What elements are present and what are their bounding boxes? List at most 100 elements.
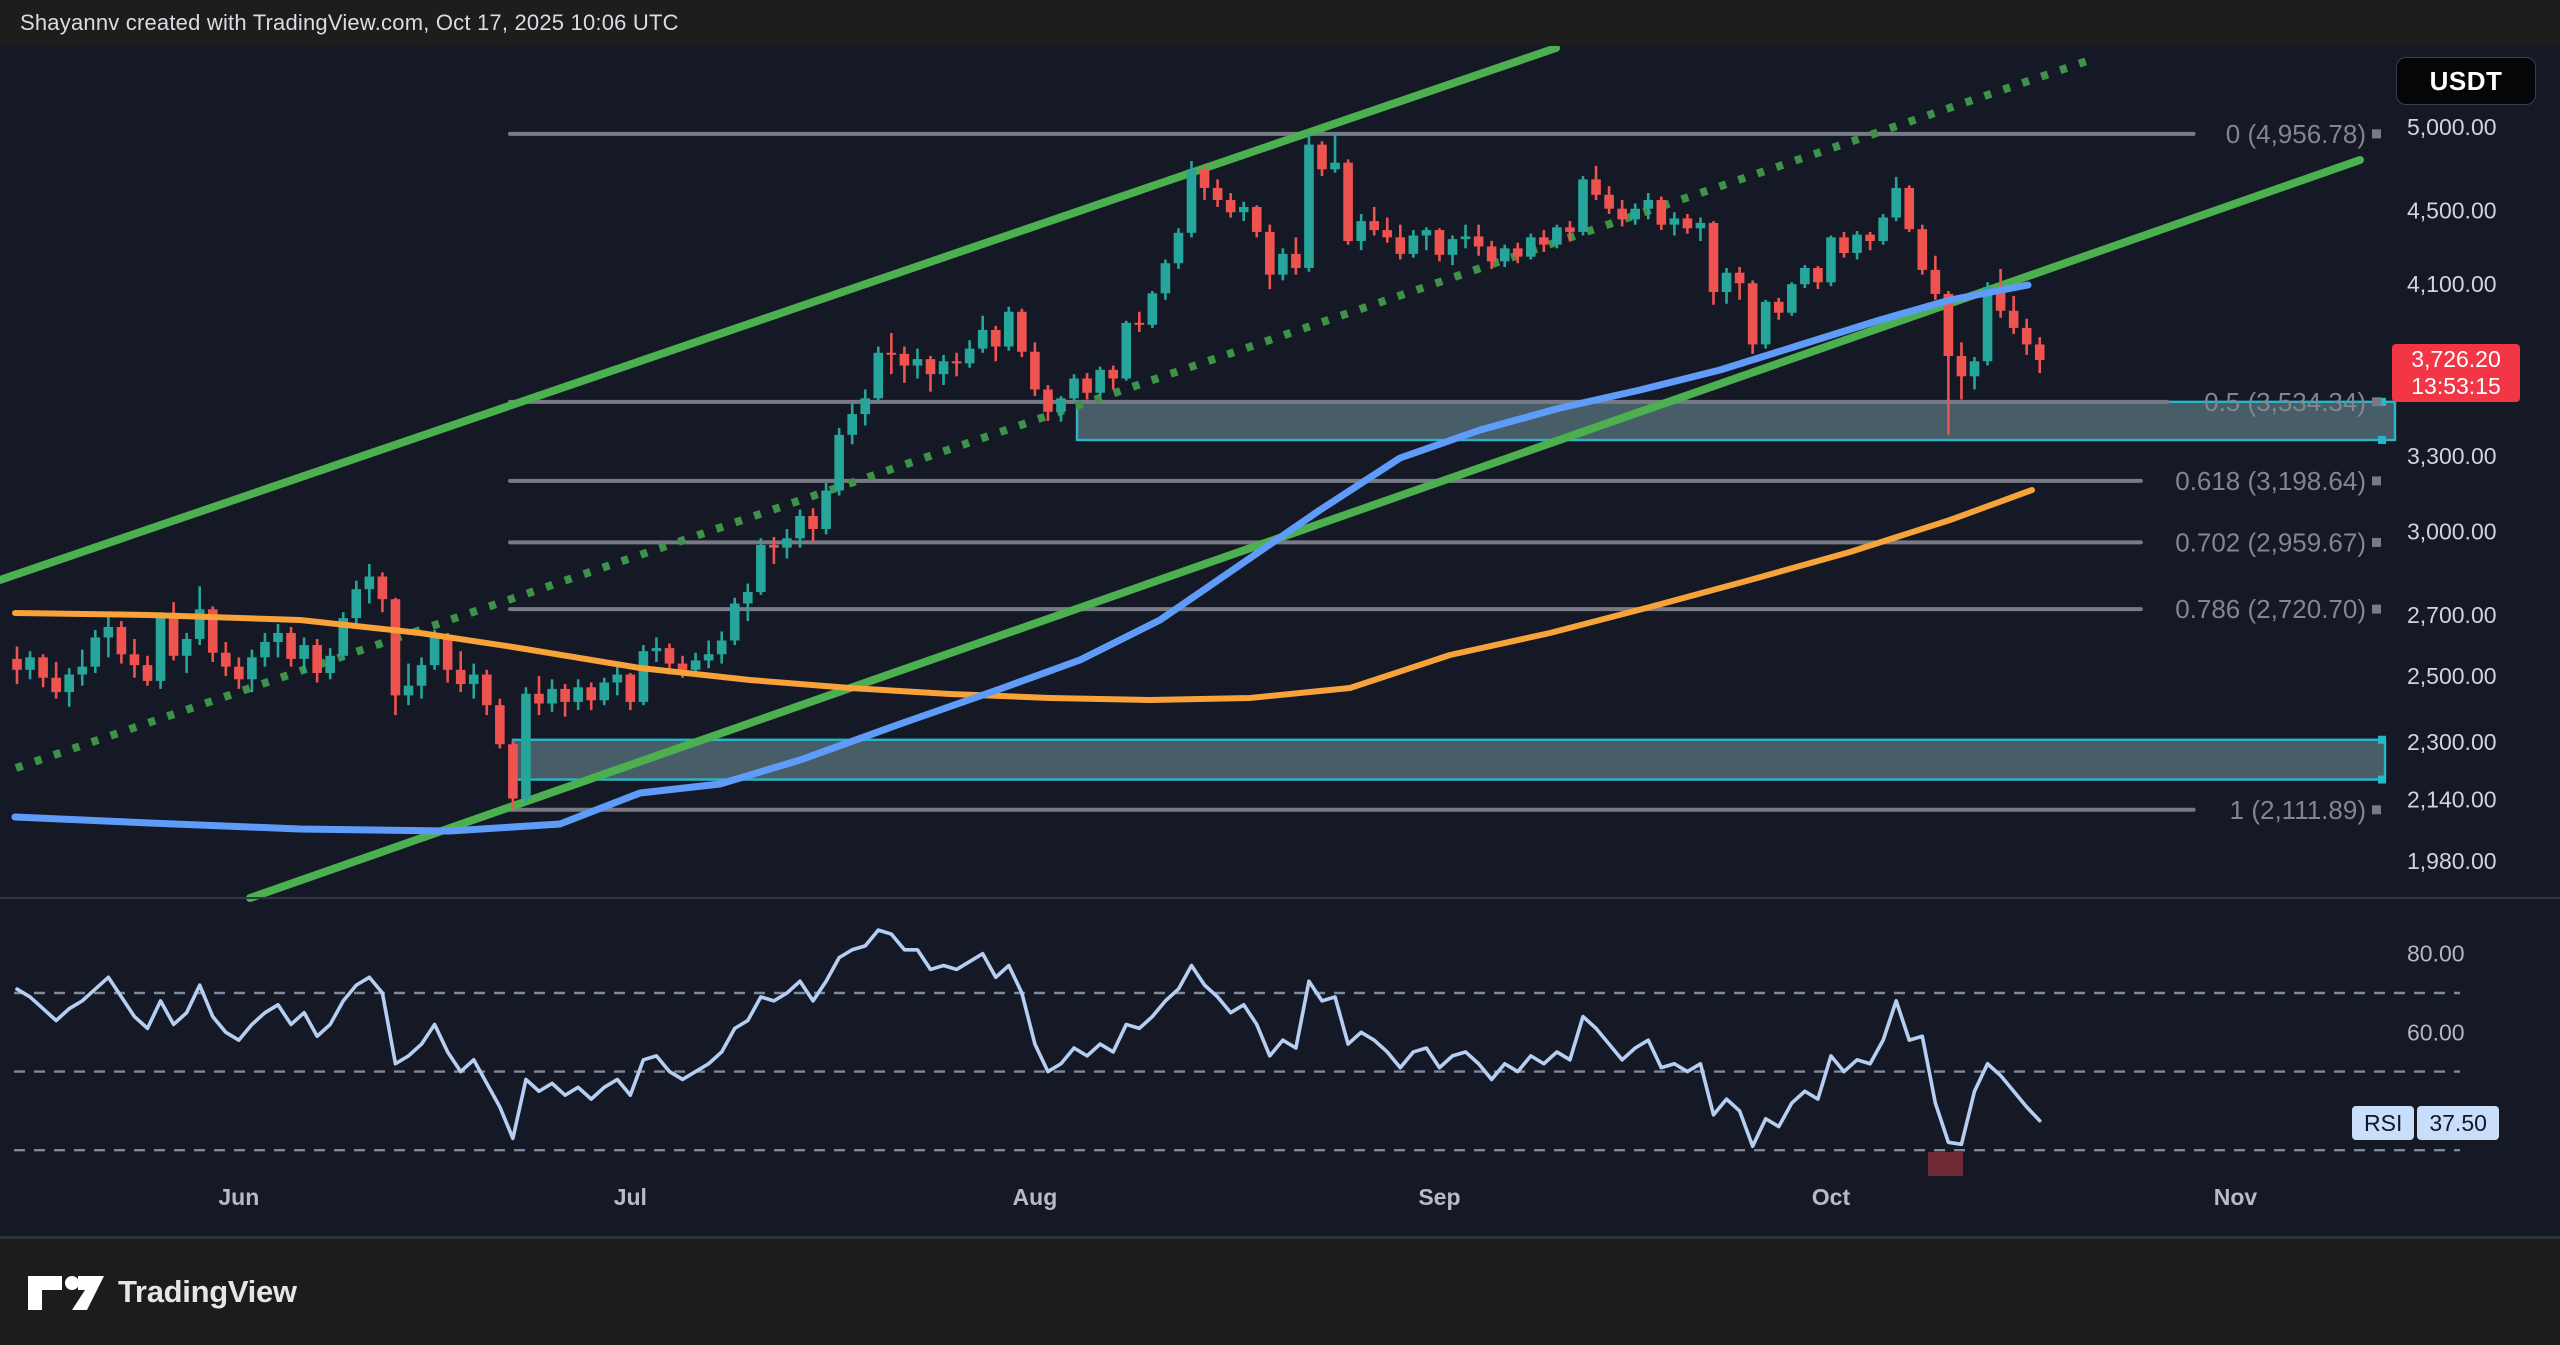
candle	[1304, 134, 1314, 272]
candle-body	[404, 686, 414, 696]
candle-body	[1578, 179, 1588, 231]
candle-body	[1513, 248, 1523, 256]
candle-body	[1813, 268, 1823, 282]
candle-body	[1565, 227, 1575, 232]
candle-body	[1213, 188, 1223, 200]
candle-body	[860, 398, 870, 414]
candle-body	[1200, 169, 1210, 188]
candle	[639, 645, 649, 705]
candle	[1187, 161, 1197, 237]
rsi-oversold-marker	[1928, 1152, 1963, 1176]
candle	[1787, 282, 1797, 315]
candle-body	[652, 648, 662, 651]
candle-body	[1683, 218, 1693, 228]
candle-body	[1252, 207, 1262, 232]
candle-body	[769, 545, 779, 548]
candle-body	[1396, 237, 1406, 254]
x-axis-label-Oct: Oct	[1812, 1184, 1851, 1210]
candle-body	[469, 675, 479, 685]
candle	[1343, 159, 1353, 244]
candle-body	[1891, 188, 1901, 218]
candle-body	[1369, 221, 1379, 230]
candle-body	[1552, 227, 1562, 244]
fib-label-0.5: 0.5 (3,534.34)	[2204, 387, 2366, 417]
candle-body	[678, 664, 688, 670]
chart-canvas[interactable]: 0 (4,956.78)0.5 (3,534.34)0.618 (3,198.6…	[0, 0, 2560, 1345]
fib-marker-0	[2372, 129, 2381, 138]
candle-body	[1774, 302, 1784, 313]
candle-body	[1174, 233, 1184, 263]
candle-body	[874, 353, 884, 399]
candle-body	[1095, 370, 1105, 393]
candle-body	[1839, 237, 1849, 253]
candle-body	[234, 667, 244, 680]
candle-body	[1630, 209, 1640, 220]
fib-marker-1	[2372, 805, 2381, 814]
candle-body	[130, 654, 140, 665]
candle-body	[808, 516, 818, 529]
candle-body	[38, 657, 48, 677]
candle	[1761, 300, 1771, 349]
candle-body	[1878, 218, 1888, 241]
candle	[338, 612, 348, 659]
candle	[1918, 225, 1928, 275]
candle-body	[325, 656, 335, 673]
candle-body	[1082, 378, 1092, 392]
y-axis-label: 4,100.00	[2407, 271, 2497, 297]
candle-body	[169, 615, 179, 656]
candle-body	[1317, 145, 1327, 170]
candle-body	[834, 435, 844, 491]
lower-support-zone-axis-marker	[2378, 736, 2386, 744]
candle	[1578, 176, 1588, 235]
candle-body	[2009, 311, 2019, 328]
candle-body	[260, 642, 270, 657]
candle-body	[1539, 237, 1549, 244]
tradingview-wordmark[interactable]: TradingView	[118, 1274, 297, 1310]
candle-body	[352, 589, 362, 618]
candle-body	[1852, 235, 1862, 253]
fib-marker-0.618	[2372, 476, 2381, 485]
candle-body	[521, 694, 531, 799]
candle-body	[1239, 207, 1249, 212]
candle	[730, 598, 740, 645]
candle-body	[1957, 356, 1967, 376]
candle-body	[1722, 273, 1732, 292]
candle-body	[25, 657, 35, 669]
rsi-axis-label: 80.00	[2407, 941, 2465, 967]
candle-body	[1043, 389, 1053, 411]
candle-body	[117, 627, 127, 654]
currency-toggle-button[interactable]: USDT	[2396, 57, 2536, 105]
candle-body	[1918, 229, 1928, 270]
mid-support-zone-axis-marker	[2378, 436, 2386, 444]
candle-body	[1382, 230, 1392, 237]
candle-body	[1591, 179, 1601, 194]
candle-body	[156, 615, 166, 681]
candle	[756, 538, 766, 595]
candle	[156, 612, 166, 689]
candle-body	[273, 633, 283, 642]
candle-body	[1709, 223, 1719, 292]
candle-body	[991, 330, 1001, 347]
candle-body	[573, 687, 583, 702]
y-axis-label: 5,000.00	[2407, 114, 2497, 140]
candle	[1174, 228, 1184, 269]
x-axis-label-Jul: Jul	[614, 1184, 647, 1210]
candle-body	[704, 654, 714, 660]
candle-body	[743, 592, 753, 603]
y-axis-label: 3,000.00	[2407, 519, 2497, 545]
candle-body	[1748, 283, 1758, 344]
candle-body	[939, 361, 949, 374]
candle	[1148, 291, 1158, 328]
tradingview-logo-icon[interactable]	[26, 1270, 104, 1314]
candle-body	[639, 651, 649, 702]
candle-body	[1735, 273, 1745, 284]
candle-body	[1657, 200, 1667, 225]
candle-body	[1161, 263, 1171, 293]
candle-body	[495, 705, 505, 744]
candle-body	[887, 353, 897, 355]
candle-body	[665, 648, 675, 663]
candle-body	[1461, 236, 1471, 239]
candle-body	[286, 633, 296, 659]
candle	[1017, 309, 1027, 357]
candle-body	[717, 641, 727, 655]
